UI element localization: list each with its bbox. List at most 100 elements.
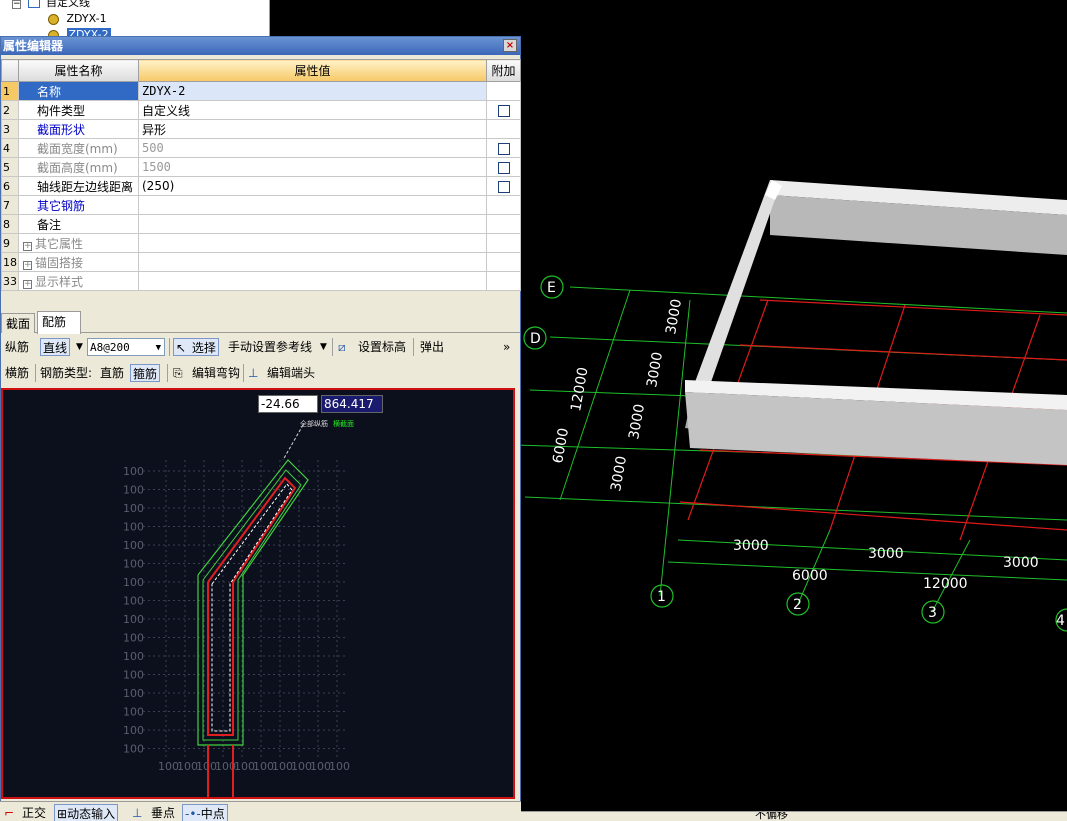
offset-label[interactable]: 不偏移 — [755, 812, 788, 821]
table-row[interactable]: 18 + 锚固搭接 — [1, 252, 521, 272]
dynamic-input-button[interactable]: ⊞动态输入 — [54, 804, 119, 821]
section-canvas[interactable]: -24.66 864.417 100 100 100 100 100 100 100 100 1… — [1, 388, 515, 799]
extra-checkbox[interactable] — [498, 142, 510, 155]
tick-label: 100 — [123, 706, 144, 719]
manual-ref-dropdown-icon[interactable]: ▼ — [320, 338, 327, 356]
chevron-down-icon[interactable]: ▼ — [156, 339, 161, 357]
table-row[interactable]: 9 + 其它属性 — [1, 233, 521, 253]
extra-checkbox[interactable] — [498, 180, 510, 193]
line-type-button[interactable]: 直线 — [40, 338, 71, 356]
table-row[interactable]: 4 截面宽度(mm) 500 — [1, 138, 521, 158]
row-value — [138, 233, 487, 253]
popup-button[interactable]: 弹出 — [420, 338, 444, 356]
tick-label: 100 — [123, 576, 144, 589]
row-value[interactable]: 自定义线 — [138, 100, 487, 120]
set-elevation-button[interactable]: 设置标高 — [358, 338, 406, 356]
midpoint-button[interactable]: -•-中点 — [182, 804, 228, 821]
end-icon: ⊥ — [248, 366, 259, 380]
row-name[interactable]: 其它钢筋 — [18, 195, 139, 215]
row-name[interactable]: 备注 — [18, 214, 139, 234]
tick-label: 100 — [123, 502, 144, 515]
table-row[interactable]: 7 其它钢筋 — [1, 195, 521, 215]
stirrup-button[interactable]: 箍筋 — [130, 364, 161, 382]
select-button[interactable]: ↖ 选择 — [173, 338, 219, 356]
row-name-group[interactable]: + 显示样式 — [18, 271, 139, 291]
tick-label: 100 — [123, 669, 144, 682]
straight-bar-button[interactable]: 直筋 — [100, 364, 124, 382]
snap-status-bar: 不偏移 — [521, 811, 1067, 821]
tick-label: 100 — [123, 743, 144, 756]
longitudinal-label: 纵筋 — [5, 340, 30, 354]
row-value[interactable]: (250) — [138, 176, 487, 196]
table-row[interactable]: 6 轴线距左边线距离 (250) — [1, 176, 521, 196]
edit-hook-button[interactable]: 编辑弯钩 — [192, 364, 240, 382]
rebar-type-label: 钢筋类型: — [40, 366, 93, 380]
grid-line — [797, 529, 831, 605]
row-name: 锚固搭接 — [35, 255, 84, 270]
tree-root[interactable]: − 自定义线 — [12, 0, 90, 11]
row-value[interactable]: 500 — [138, 138, 487, 158]
row-extra[interactable] — [486, 138, 521, 158]
line-type-dropdown-icon[interactable]: ▼ — [76, 338, 83, 356]
close-icon[interactable]: × — [503, 39, 517, 52]
row-name-group[interactable]: + 其它属性 — [18, 233, 139, 253]
dim-vertical: 3000 — [608, 455, 630, 493]
row-value[interactable]: 异形 — [138, 119, 487, 139]
table-row[interactable]: 33 + 显示样式 — [1, 271, 521, 291]
row-number: 8 — [1, 214, 19, 234]
row-extra[interactable] — [486, 157, 521, 177]
dim-horizontal: 3000 — [733, 538, 769, 554]
row-value[interactable]: ZDYX-2 — [138, 81, 487, 101]
manual-ref-button[interactable]: 手动设置参考线 — [228, 338, 312, 356]
table-row[interactable]: 1 名称 ZDYX-2 — [1, 81, 521, 101]
table-row[interactable]: 2 构件类型 自定义线 — [1, 100, 521, 120]
row-number: 18 — [1, 252, 19, 272]
tree-item-label: ZDYX-2 — [66, 28, 111, 36]
tick-label: 100 — [123, 465, 144, 478]
row-value[interactable] — [138, 195, 487, 215]
row-number: 5 — [1, 157, 19, 177]
section-drawing[interactable]: 1001001001001001001001001001001001001001… — [3, 390, 513, 797]
row-name[interactable]: 构件类型 — [18, 100, 139, 120]
editor-titlebar[interactable]: 属性编辑器 × — [1, 37, 520, 55]
row-value — [138, 271, 487, 291]
tree-item-zdyx-1[interactable]: ZDYX-1 — [48, 11, 107, 27]
tab-section[interactable]: 截面 — [1, 313, 35, 333]
rebar-value-select[interactable]: A8@200 ▼ — [87, 338, 165, 356]
separator — [243, 364, 244, 382]
tree-item-zdyx-2[interactable]: ZDYX-2 — [48, 27, 111, 36]
extra-checkbox[interactable] — [498, 161, 510, 174]
row-name[interactable]: 截面宽度(mm) — [18, 138, 139, 158]
perp-icon: ⊥ — [132, 806, 143, 820]
table-row[interactable]: 5 截面高度(mm) 1500 — [1, 157, 521, 177]
tab-rebar[interactable]: 配筋 — [37, 311, 81, 334]
row-extra — [486, 252, 521, 272]
ortho-button[interactable]: 正交 — [22, 804, 46, 821]
expand-icon[interactable]: + — [23, 241, 32, 251]
row-name[interactable]: 轴线距左边线距离 — [18, 176, 139, 196]
row-extra[interactable] — [486, 100, 521, 120]
table-row[interactable]: 3 截面形状 异形 — [1, 119, 521, 139]
dim-vertical-total: 12000 — [568, 366, 591, 413]
perp-button[interactable]: 垂点 — [151, 804, 175, 821]
edit-end-button[interactable]: 编辑端头 — [267, 364, 315, 382]
row-extra[interactable] — [486, 176, 521, 196]
hook-icon: ⎘ — [173, 366, 183, 380]
expand-icon[interactable]: + — [23, 279, 32, 289]
row-name-group[interactable]: + 锚固搭接 — [18, 252, 139, 272]
more-button[interactable]: » — [503, 338, 510, 356]
grid-line — [524, 496, 1067, 521]
row-name[interactable]: 截面高度(mm) — [18, 157, 139, 177]
beam-frame[interactable] — [685, 180, 1067, 465]
extra-checkbox[interactable] — [498, 104, 510, 117]
row-name[interactable]: 截面形状 — [18, 119, 139, 139]
tree-item-label: ZDYX-1 — [66, 12, 107, 25]
row-number: 2 — [1, 100, 19, 120]
property-editor: 属性编辑器 × 属性名称 属性值 附加 1 名称 ZDYX-2 2 构件类型 自… — [0, 36, 521, 821]
expand-icon[interactable]: + — [23, 260, 32, 270]
row-name[interactable]: 名称 — [18, 81, 139, 101]
row-value[interactable]: 1500 — [138, 157, 487, 177]
collapse-icon[interactable]: − — [12, 0, 21, 9]
row-value[interactable] — [138, 214, 487, 234]
table-row[interactable]: 8 备注 — [1, 214, 521, 234]
